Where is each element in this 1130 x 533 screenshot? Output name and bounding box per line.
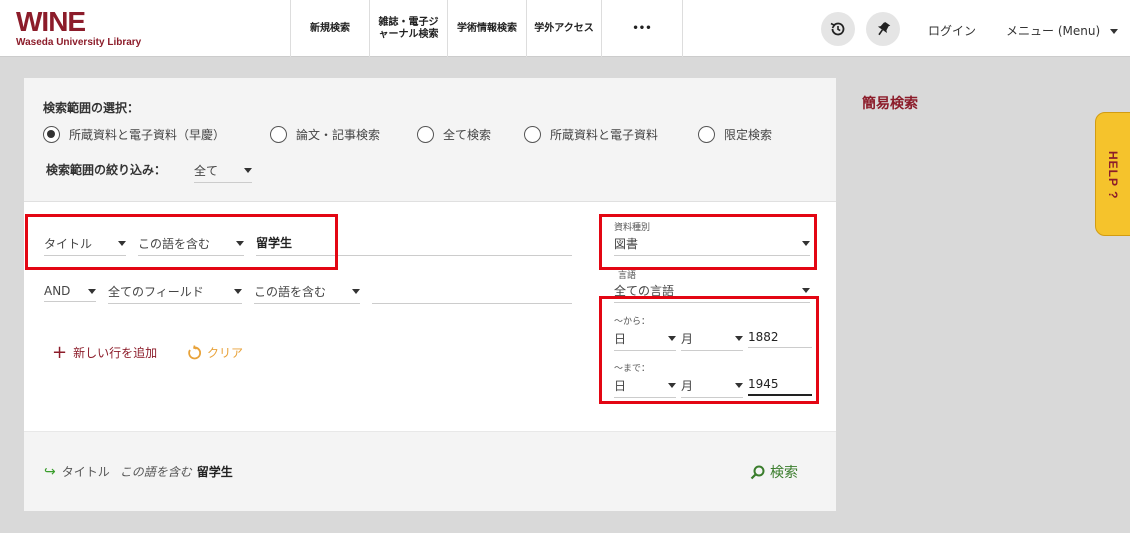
logo-sub-text: Waseda University Library bbox=[16, 37, 142, 48]
radio-label: 所蔵資料と電子資料（早慶） bbox=[69, 128, 226, 142]
chevron-down-icon bbox=[802, 288, 810, 293]
radio-label: 限定検索 bbox=[724, 128, 773, 142]
help-label: HELP ? bbox=[1106, 151, 1120, 200]
query-summary-bar: ↪ タイトル この語を含む 留学生 検索 bbox=[24, 431, 836, 511]
search-panel: 検索範囲の選択： 所蔵資料と電子資料（早慶） 論文・記事検索 全て検索 所蔵資料… bbox=[24, 78, 836, 511]
language-label: 言語 bbox=[618, 271, 637, 281]
radio-all[interactable]: 全て検索 bbox=[417, 126, 491, 143]
row2-query-input[interactable] bbox=[372, 282, 572, 304]
arrow-right-icon: ↪ bbox=[44, 463, 56, 480]
radio-articles[interactable]: 論文・記事検索 bbox=[270, 126, 380, 143]
radio-icon bbox=[698, 126, 715, 143]
radio-icon bbox=[524, 126, 541, 143]
radio-holdings[interactable]: 所蔵資料と電子資料 bbox=[524, 126, 658, 143]
scope-section: 検索範囲の選択： 所蔵資料と電子資料（早慶） 論文・記事検索 全て検索 所蔵資料… bbox=[24, 78, 836, 202]
nav-off-campus[interactable]: 学外アクセス bbox=[526, 0, 601, 57]
narrow-label: 検索範囲の絞り込み： bbox=[46, 163, 167, 177]
nav-more[interactable]: ••• bbox=[601, 0, 683, 57]
clear-label: クリア bbox=[207, 346, 244, 360]
row2-field-select[interactable]: 全てのフィールド bbox=[108, 283, 242, 304]
plus-icon: + bbox=[52, 341, 68, 363]
radio-label: 全て検索 bbox=[443, 128, 492, 142]
highlight-date-range bbox=[599, 296, 819, 404]
chevron-down-icon bbox=[244, 168, 252, 173]
nav-label: 新規検索 bbox=[310, 22, 350, 34]
radio-icon bbox=[270, 126, 287, 143]
search-icon bbox=[750, 465, 765, 479]
nav-label: 雑誌・電子ジャーナル検索 bbox=[378, 16, 439, 40]
logo-main-text: WINE bbox=[16, 6, 86, 37]
radio-label: 論文・記事検索 bbox=[296, 128, 381, 142]
radio-waseda-keio[interactable]: 所蔵資料と電子資料（早慶） bbox=[43, 126, 225, 143]
nav-label: 学術情報検索 bbox=[457, 22, 517, 34]
highlight-row1 bbox=[25, 214, 338, 270]
clear-button[interactable]: クリア bbox=[186, 344, 243, 361]
simple-search-link[interactable]: 簡易検索 bbox=[862, 93, 918, 113]
highlight-material-type bbox=[599, 214, 817, 270]
narrow-value: 全て bbox=[194, 164, 219, 178]
search-button-label: 検索 bbox=[770, 465, 798, 481]
search-button[interactable]: 検索 bbox=[750, 462, 798, 482]
summary-value: 留学生 bbox=[196, 465, 233, 479]
history-button[interactable] bbox=[821, 12, 855, 46]
radio-icon bbox=[417, 126, 434, 143]
chevron-down-icon bbox=[352, 289, 360, 294]
top-header: WINE Waseda University Library 新規検索 雑誌・電… bbox=[0, 0, 1130, 57]
nav-label: 学外アクセス bbox=[534, 22, 594, 34]
summary-operator: この語を含む bbox=[119, 465, 192, 479]
add-row-button[interactable]: + 新しい行を追加 bbox=[52, 341, 158, 363]
radio-selected-icon bbox=[43, 126, 60, 143]
scope-title: 検索範囲の選択： bbox=[43, 101, 140, 115]
help-tab[interactable]: HELP ? bbox=[1095, 112, 1130, 236]
nav-academic-search[interactable]: 学術情報検索 bbox=[447, 0, 526, 57]
wine-logo[interactable]: WINE Waseda University Library bbox=[16, 6, 142, 49]
chevron-down-icon bbox=[88, 288, 96, 294]
row2-field-value: 全てのフィールド bbox=[108, 285, 204, 299]
nav-new-search[interactable]: 新規検索 bbox=[290, 0, 369, 57]
chevron-down-icon bbox=[1109, 29, 1118, 34]
pin-button[interactable] bbox=[866, 12, 900, 46]
history-icon bbox=[830, 22, 845, 36]
row2-operator-select[interactable]: この語を含む bbox=[254, 283, 360, 304]
row2-bool-select[interactable]: AND bbox=[44, 284, 96, 302]
radio-label: 所蔵資料と電子資料 bbox=[550, 128, 659, 142]
nav-journal-search[interactable]: 雑誌・電子ジャーナル検索 bbox=[369, 0, 447, 57]
menu-label: メニュー (Menu) bbox=[1006, 24, 1101, 38]
login-link[interactable]: ログイン bbox=[928, 22, 976, 39]
main-nav: 新規検索 雑誌・電子ジャーナル検索 学術情報検索 学外アクセス ••• bbox=[290, 0, 683, 57]
reset-icon bbox=[188, 344, 202, 359]
narrow-select[interactable]: 全て bbox=[194, 162, 252, 183]
add-row-label: 新しい行を追加 bbox=[73, 346, 158, 360]
row2-operator-value: この語を含む bbox=[254, 285, 327, 299]
row2-bool-value: AND bbox=[44, 284, 71, 298]
summary-field: タイトル bbox=[61, 465, 110, 479]
pin-icon bbox=[877, 22, 891, 36]
chevron-down-icon bbox=[234, 289, 242, 294]
radio-limited[interactable]: 限定検索 bbox=[698, 126, 772, 143]
query-summary: ↪ タイトル この語を含む 留学生 bbox=[44, 463, 233, 480]
more-icon: ••• bbox=[632, 22, 652, 34]
menu-button[interactable]: メニュー (Menu) bbox=[1006, 22, 1118, 39]
